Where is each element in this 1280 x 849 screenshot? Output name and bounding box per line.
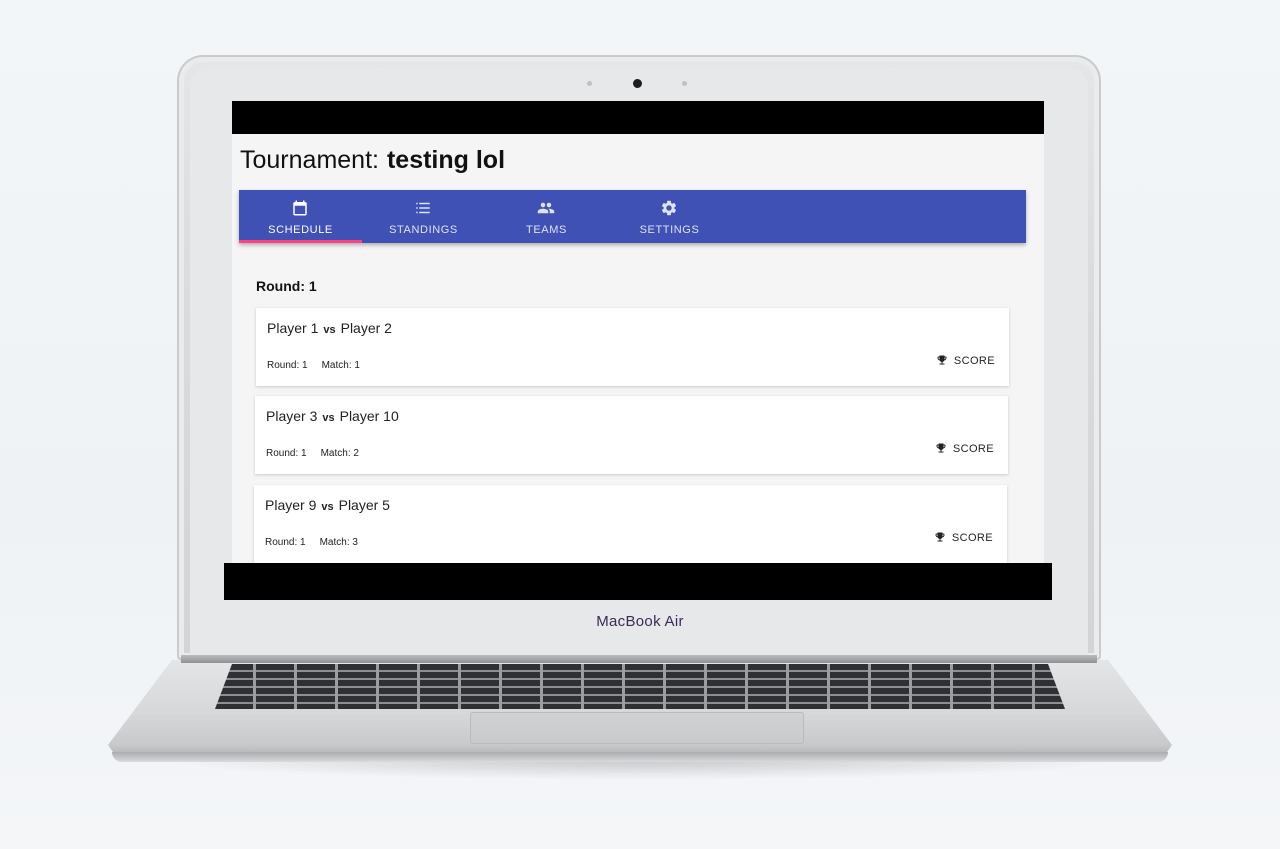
sensor-dot <box>587 81 592 86</box>
match-card: Player 3 vs Player 10 Round: 1 Match: 2 SCO… <box>255 396 1008 474</box>
laptop-trackpad <box>470 712 804 744</box>
calendar-icon <box>293 200 307 216</box>
match-card: Player 1 vs Player 2 Round: 1 Match: 1 SCOR… <box>256 308 1009 386</box>
trophy-icon <box>937 355 947 365</box>
list-icon <box>416 202 430 214</box>
page-title: Tournament: testing lol <box>240 146 505 175</box>
round-heading: Round: 1 <box>256 278 317 294</box>
page-title-label: Tournament: <box>240 146 379 174</box>
match-number: Match: 1 <box>321 360 360 371</box>
score-button-label: SCORE <box>953 355 995 367</box>
score-button[interactable]: SCORE <box>936 354 995 370</box>
score-button[interactable]: SCORE <box>935 442 994 458</box>
player-a: Player 3 <box>266 408 318 424</box>
match-round: Round: 1 <box>265 537 306 548</box>
screen: Tournament: testing lol SCHEDULE STANDING… <box>232 101 1044 571</box>
tab-label: STANDINGS <box>389 224 458 236</box>
people-icon <box>537 202 555 214</box>
laptop-base-edge <box>112 752 1168 762</box>
match-number: Match: 2 <box>320 448 359 459</box>
score-button[interactable]: SCORE <box>934 531 993 547</box>
match-round: Round: 1 <box>267 360 308 371</box>
tab-settings[interactable]: SETTINGS <box>608 190 731 243</box>
sensor-dot <box>682 81 687 86</box>
match-number: Match: 3 <box>319 537 358 548</box>
tab-label: SCHEDULE <box>268 224 333 236</box>
tab-label: SETTINGS <box>639 224 700 236</box>
laptop-hinge <box>181 655 1097 663</box>
vs-label: vs <box>323 324 336 336</box>
match-players: Player 9 vs Player 5 <box>265 497 390 513</box>
tab-schedule[interactable]: SCHEDULE <box>239 190 362 243</box>
player-b: Player 2 <box>340 320 392 336</box>
match-meta: Round: 1 Match: 2 <box>266 448 359 459</box>
player-a: Player 9 <box>265 497 317 513</box>
tab-label: TEAMS <box>526 224 567 236</box>
score-button-label: SCORE <box>952 443 994 455</box>
match-players: Player 3 vs Player 10 <box>266 408 399 424</box>
player-b: Player 10 <box>339 408 399 424</box>
match-meta: Round: 1 Match: 1 <box>267 360 360 371</box>
match-players: Player 1 vs Player 2 <box>267 320 392 336</box>
match-meta: Round: 1 Match: 3 <box>265 537 358 548</box>
screen-bottom-bar <box>224 563 1052 600</box>
match-round: Round: 1 <box>266 448 307 459</box>
tab-standings[interactable]: STANDINGS <box>362 190 485 243</box>
device-label: MacBook Air <box>596 613 684 630</box>
score-button-label: SCORE <box>951 532 993 544</box>
tournament-name: testing lol <box>386 146 506 174</box>
tab-bar: SCHEDULE STANDINGS TEAMS SETTINGS <box>239 190 1026 243</box>
match-card: Player 9 vs Player 5 Round: 1 Match: 3 SCOR… <box>254 485 1007 563</box>
vs-label: vs <box>322 412 335 424</box>
vs-label: vs <box>321 501 334 513</box>
active-tab-indicator <box>239 240 362 243</box>
gear-icon <box>661 200 677 216</box>
trophy-icon <box>935 532 945 542</box>
player-b: Player 5 <box>338 497 390 513</box>
screen-top-bar <box>232 101 1044 134</box>
tab-teams[interactable]: TEAMS <box>485 190 608 243</box>
trophy-icon <box>936 443 946 453</box>
camera <box>633 79 642 88</box>
player-a: Player 1 <box>267 320 319 336</box>
laptop-keyboard <box>215 664 1065 709</box>
